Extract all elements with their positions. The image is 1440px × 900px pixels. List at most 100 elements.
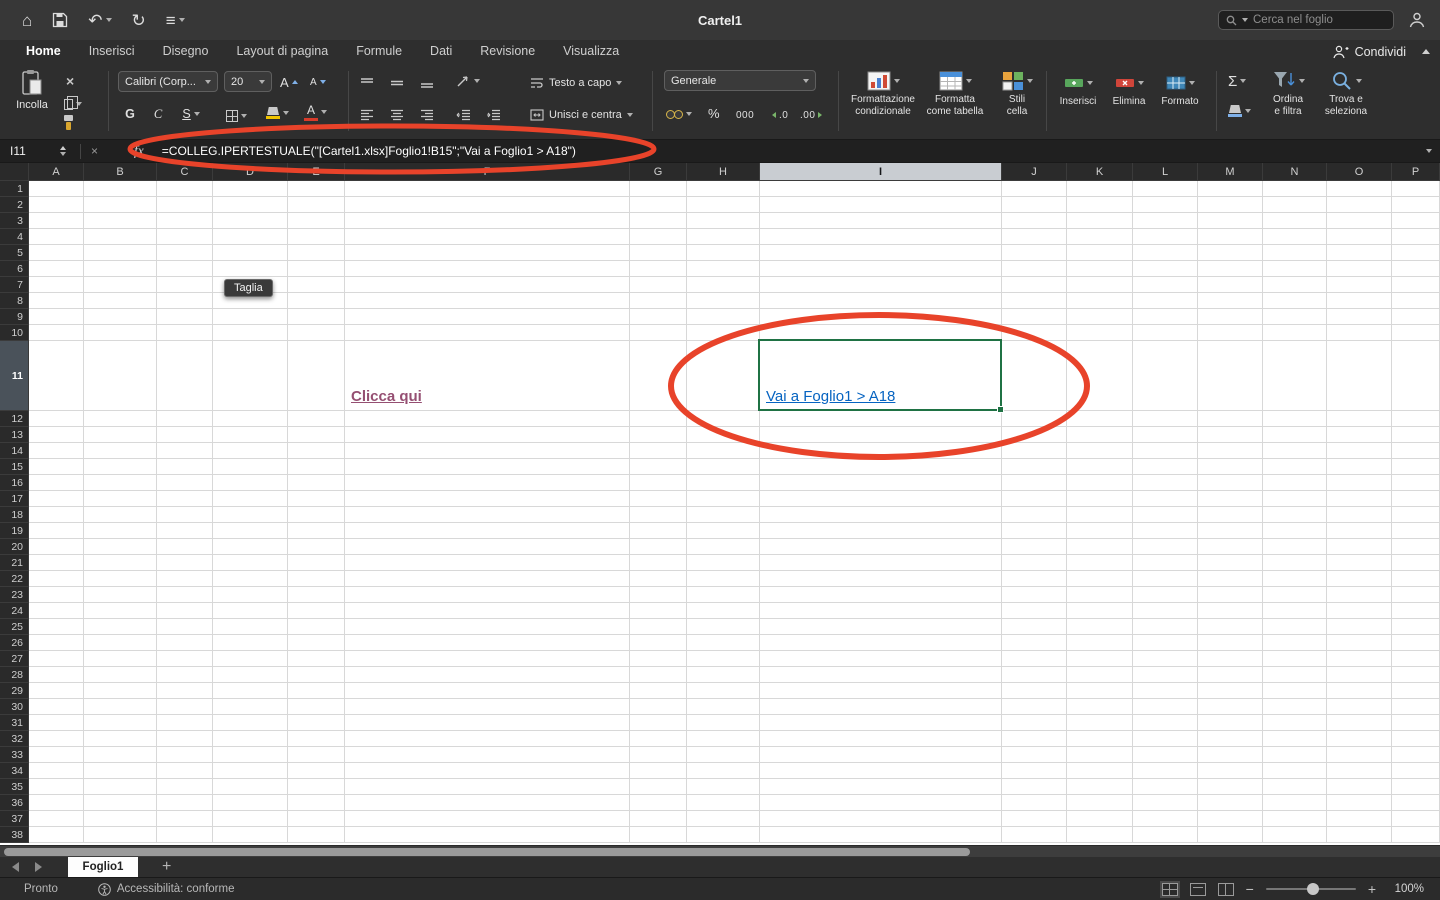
- cell-G29[interactable]: [630, 683, 687, 699]
- cell-D16[interactable]: [213, 475, 288, 491]
- cell-P6[interactable]: [1392, 261, 1440, 277]
- cell-J14[interactable]: [1002, 443, 1067, 459]
- cell-F9[interactable]: [345, 309, 630, 325]
- tab-home[interactable]: Home: [12, 40, 75, 63]
- cell-G4[interactable]: [630, 229, 687, 245]
- cell-C14[interactable]: [157, 443, 213, 459]
- cell-F29[interactable]: [345, 683, 630, 699]
- cell-E31[interactable]: [288, 715, 345, 731]
- cell-M31[interactable]: [1198, 715, 1263, 731]
- cell-C23[interactable]: [157, 587, 213, 603]
- cell-O29[interactable]: [1327, 683, 1392, 699]
- row-header-31[interactable]: 31: [0, 715, 29, 731]
- cell-O1[interactable]: [1327, 181, 1392, 197]
- cell-F26[interactable]: [345, 635, 630, 651]
- tab-visualizza[interactable]: Visualizza: [549, 40, 633, 63]
- save-icon[interactable]: [52, 12, 68, 28]
- cell-I22[interactable]: [760, 571, 1002, 587]
- cell-C38[interactable]: [157, 827, 213, 843]
- cell-D34[interactable]: [213, 763, 288, 779]
- cell-I25[interactable]: [760, 619, 1002, 635]
- cell-A18[interactable]: [29, 507, 84, 523]
- grow-font-button[interactable]: A: [280, 72, 298, 92]
- cell-P34[interactable]: [1392, 763, 1440, 779]
- cell-C10[interactable]: [157, 325, 213, 341]
- cell-B4[interactable]: [84, 229, 157, 245]
- cell-O9[interactable]: [1327, 309, 1392, 325]
- cell-A3[interactable]: [29, 213, 84, 229]
- cell-L17[interactable]: [1133, 491, 1198, 507]
- cell-I35[interactable]: [760, 779, 1002, 795]
- cell-J33[interactable]: [1002, 747, 1067, 763]
- cell-K14[interactable]: [1067, 443, 1133, 459]
- cell-O12[interactable]: [1327, 411, 1392, 427]
- column-header-L[interactable]: L: [1133, 163, 1198, 181]
- cell-I18[interactable]: [760, 507, 1002, 523]
- cell-E29[interactable]: [288, 683, 345, 699]
- cell-C34[interactable]: [157, 763, 213, 779]
- cell-O35[interactable]: [1327, 779, 1392, 795]
- row-header-5[interactable]: 5: [0, 245, 29, 261]
- cell-M10[interactable]: [1198, 325, 1263, 341]
- cell-F6[interactable]: [345, 261, 630, 277]
- cell-D18[interactable]: [213, 507, 288, 523]
- cell-O19[interactable]: [1327, 523, 1392, 539]
- cell-N29[interactable]: [1263, 683, 1327, 699]
- cell-D35[interactable]: [213, 779, 288, 795]
- cell-B20[interactable]: [84, 539, 157, 555]
- row-header-20[interactable]: 20: [0, 539, 29, 555]
- tab-formule[interactable]: Formule: [342, 40, 416, 63]
- cell-F7[interactable]: [345, 277, 630, 293]
- cell-I6[interactable]: [760, 261, 1002, 277]
- cell-E7[interactable]: [288, 277, 345, 293]
- cell-J5[interactable]: [1002, 245, 1067, 261]
- cell-C21[interactable]: [157, 555, 213, 571]
- cell-B2[interactable]: [84, 197, 157, 213]
- cell-H19[interactable]: [687, 523, 760, 539]
- cell-O4[interactable]: [1327, 229, 1392, 245]
- cell-O10[interactable]: [1327, 325, 1392, 341]
- cell-E35[interactable]: [288, 779, 345, 795]
- cell-F22[interactable]: [345, 571, 630, 587]
- cell-I20[interactable]: [760, 539, 1002, 555]
- align-middle-button[interactable]: [390, 73, 404, 93]
- cell-O22[interactable]: [1327, 571, 1392, 587]
- increase-indent-button[interactable]: [486, 105, 501, 125]
- cell-H11[interactable]: [687, 341, 760, 411]
- cell-A28[interactable]: [29, 667, 84, 683]
- cell-C32[interactable]: [157, 731, 213, 747]
- cell-I12[interactable]: [760, 411, 1002, 427]
- cell-L16[interactable]: [1133, 475, 1198, 491]
- column-header-K[interactable]: K: [1067, 163, 1133, 181]
- cell-K24[interactable]: [1067, 603, 1133, 619]
- cell-M1[interactable]: [1198, 181, 1263, 197]
- cell-M27[interactable]: [1198, 651, 1263, 667]
- cell-I9[interactable]: [760, 309, 1002, 325]
- cell-H23[interactable]: [687, 587, 760, 603]
- cell-N19[interactable]: [1263, 523, 1327, 539]
- cell-D19[interactable]: [213, 523, 288, 539]
- cell-J19[interactable]: [1002, 523, 1067, 539]
- cell-M14[interactable]: [1198, 443, 1263, 459]
- cell-K8[interactable]: [1067, 293, 1133, 309]
- cell-L13[interactable]: [1133, 427, 1198, 443]
- cell-E2[interactable]: [288, 197, 345, 213]
- cell-C9[interactable]: [157, 309, 213, 325]
- cell-D28[interactable]: [213, 667, 288, 683]
- cell-G13[interactable]: [630, 427, 687, 443]
- cell-E9[interactable]: [288, 309, 345, 325]
- zoom-slider-thumb[interactable]: [1307, 883, 1319, 895]
- cell-I28[interactable]: [760, 667, 1002, 683]
- cell-I2[interactable]: [760, 197, 1002, 213]
- cell-K7[interactable]: [1067, 277, 1133, 293]
- cell-B26[interactable]: [84, 635, 157, 651]
- cell-E22[interactable]: [288, 571, 345, 587]
- cell-G19[interactable]: [630, 523, 687, 539]
- cell-H4[interactable]: [687, 229, 760, 245]
- cell-D31[interactable]: [213, 715, 288, 731]
- cell-G3[interactable]: [630, 213, 687, 229]
- cell-M5[interactable]: [1198, 245, 1263, 261]
- column-header-B[interactable]: B: [84, 163, 157, 181]
- cell-A31[interactable]: [29, 715, 84, 731]
- cell-O28[interactable]: [1327, 667, 1392, 683]
